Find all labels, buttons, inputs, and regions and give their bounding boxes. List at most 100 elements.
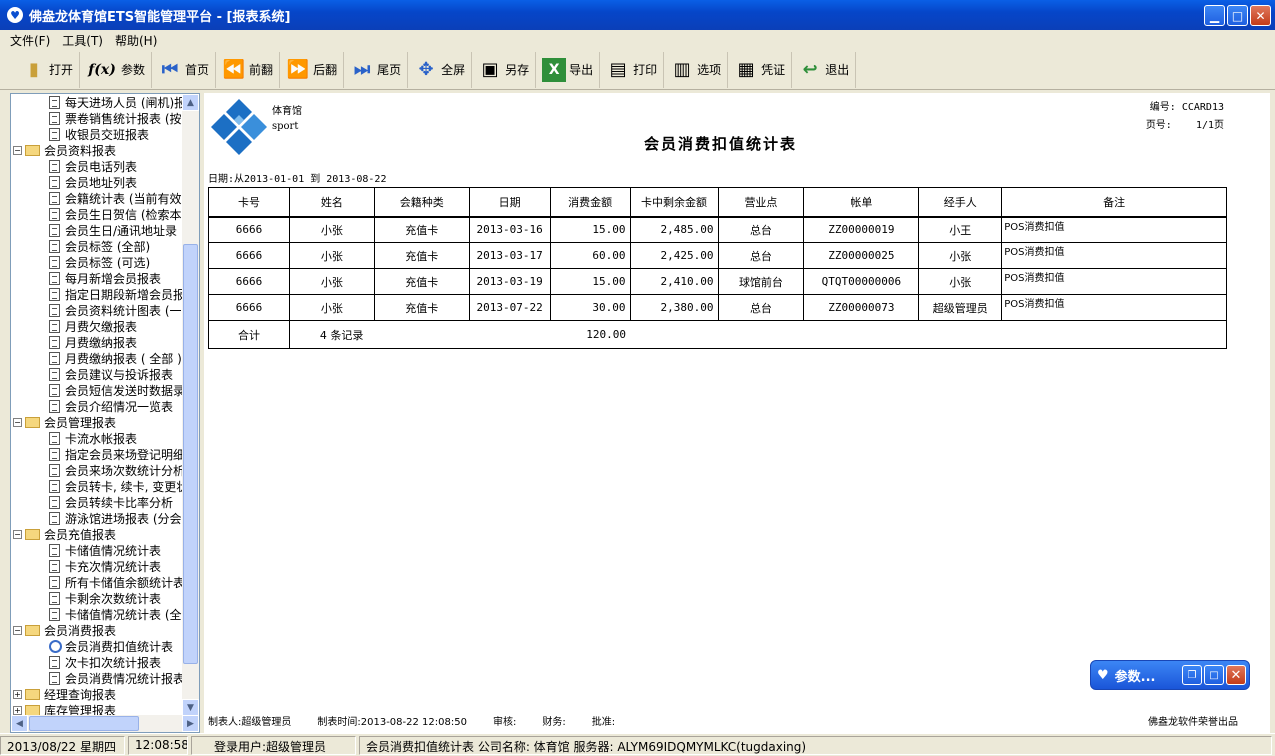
tree-item[interactable]: 所有卡储值余额统计表 bbox=[11, 574, 183, 590]
scroll-up-icon[interactable]: ▲ bbox=[182, 94, 199, 111]
popup-close-button[interactable]: ✕ bbox=[1226, 665, 1246, 685]
params-popup[interactable]: ♥ 参数... ❐ □ ✕ bbox=[1090, 660, 1250, 690]
toolbar-button-3[interactable]: ⏪ 前翻 bbox=[216, 51, 281, 88]
tree-item[interactable]: − 会员资料报表 bbox=[11, 142, 183, 158]
next-page-icon: ⏩ bbox=[286, 59, 310, 80]
tree-item[interactable]: 会员地址列表 bbox=[11, 174, 183, 190]
expand-icon[interactable]: + bbox=[13, 705, 22, 715]
report-footer: 制表人:超级管理员 制表时间:2013-08-22 12:08:50 审核: 财… bbox=[208, 713, 1238, 728]
tree-item[interactable]: 指定日期段新增会员报 bbox=[11, 286, 183, 302]
toolbar-button-2[interactable]: ⏮ 首页 bbox=[152, 51, 217, 88]
total-row: 合计 4 条记录 120.00 bbox=[208, 320, 1228, 349]
tree-item[interactable]: 会员介绍情况一览表 bbox=[11, 398, 183, 414]
tree-item[interactable]: − 会员管理报表 bbox=[11, 414, 183, 430]
tree-item[interactable]: 指定会员来场登记明细 bbox=[11, 446, 183, 462]
tree-item[interactable]: 卡充次情况统计表 bbox=[11, 558, 183, 574]
table-cell: 15.00 bbox=[549, 268, 631, 295]
tree-item[interactable]: 卡剩余次数统计表 bbox=[11, 590, 183, 606]
menu-file[interactable]: 文件(F) bbox=[4, 32, 56, 49]
scroll-down-icon[interactable]: ▼ bbox=[182, 699, 199, 716]
collapse-icon[interactable]: − bbox=[13, 625, 22, 635]
tree-item[interactable]: 会员电话列表 bbox=[11, 158, 183, 174]
tree-item[interactable]: + 经理查询报表 bbox=[11, 686, 183, 702]
document-icon bbox=[49, 223, 60, 237]
tree-item[interactable]: 每月新增会员报表 bbox=[11, 270, 183, 286]
tree-item[interactable]: 每天进场人员 (闸机)报 bbox=[11, 94, 183, 110]
scroll-left-icon[interactable]: ◀ bbox=[11, 715, 28, 732]
tree-item[interactable]: 收银员交班报表 bbox=[11, 126, 183, 142]
first-page-icon: ⏮ bbox=[161, 59, 179, 80]
toolbar-button-1[interactable]: f(x) 参数 bbox=[80, 51, 153, 88]
tree-item[interactable]: 卡储值情况统计表 bbox=[11, 542, 183, 558]
report-page-number: 页号: 1/1页 bbox=[1145, 120, 1224, 131]
table-cell: 2013-07-22 bbox=[468, 294, 551, 321]
tree-item[interactable]: 会员建议与投诉报表 bbox=[11, 366, 183, 382]
tree-item[interactable]: 会员标签 (全部) bbox=[11, 238, 183, 254]
expand-icon[interactable]: + bbox=[13, 689, 22, 699]
tree-item[interactable]: 会员生日贺信 (检索本 bbox=[11, 206, 183, 222]
minimize-button[interactable]: ▁ bbox=[1204, 5, 1225, 26]
toolbar-button-0[interactable]: ▮ 打开 bbox=[16, 51, 81, 88]
maximize-button[interactable]: □ bbox=[1227, 5, 1248, 26]
popup-app-icon: ♥ bbox=[1097, 667, 1109, 683]
toolbar-button-4[interactable]: ⏩ 后翻 bbox=[280, 51, 345, 88]
tree-item[interactable]: 会员转续卡比率分析 bbox=[11, 494, 183, 510]
close-button[interactable]: ✕ bbox=[1250, 5, 1271, 26]
tree-item[interactable]: 会员生日/通讯地址录 bbox=[11, 222, 183, 238]
date-range: 日期:从2013-01-01 到 2013-08-22 bbox=[208, 174, 387, 185]
popup-maximize-button[interactable]: □ bbox=[1204, 665, 1224, 685]
report-tree: 每天进场人员 (闸机)报 票卷销售统计报表 (按 收银员交班报表 − 会员资料报表 会员电… bbox=[10, 93, 200, 733]
toolbar-button-7[interactable]: ▣ 另存 bbox=[472, 51, 537, 88]
tree-item[interactable]: 次卡扣次统计报表 bbox=[11, 654, 183, 670]
tree-horizontal-scrollbar[interactable]: ◀ ▶ bbox=[11, 715, 199, 732]
toolbar-button-12[interactable]: ↩ 退出 bbox=[792, 51, 857, 88]
tree-item[interactable]: 票卷销售统计报表 (按 bbox=[11, 110, 183, 126]
tree-item[interactable]: 月费缴纳报表 bbox=[11, 334, 183, 350]
toolbar-button-5[interactable]: ⏭ 尾页 bbox=[344, 51, 409, 88]
menu-help[interactable]: 帮助(H) bbox=[109, 32, 163, 49]
collapse-icon[interactable]: − bbox=[13, 417, 22, 427]
tree-item[interactable]: 会员消费情况统计报表 bbox=[11, 670, 183, 686]
hscroll-thumb[interactable] bbox=[29, 716, 139, 731]
tree-item[interactable]: 月费欠缴报表 bbox=[11, 318, 183, 334]
tree-item[interactable]: 卡储值情况统计表 (全部 bbox=[11, 606, 183, 622]
document-icon bbox=[49, 463, 60, 477]
document-icon bbox=[49, 303, 60, 317]
tree-item[interactable]: 月费缴纳报表 ( 全部 ) bbox=[11, 350, 183, 366]
tree-item[interactable]: 会员短信发送时数据录 bbox=[11, 382, 183, 398]
toolbar-button-6[interactable]: ✥ 全屏 bbox=[408, 51, 473, 88]
popup-restore-button[interactable]: ❐ bbox=[1182, 665, 1202, 685]
tree-item-label: 月费缴纳报表 bbox=[65, 335, 138, 350]
collapse-icon[interactable]: − bbox=[13, 529, 22, 539]
collapse-icon[interactable]: − bbox=[13, 145, 22, 155]
tree-item[interactable]: 会员来场次数统计分析 bbox=[11, 462, 183, 478]
tree-item-label: 会员消费报表 bbox=[44, 623, 117, 638]
tree-item[interactable]: 会员转卡, 续卡, 变更状 bbox=[11, 478, 183, 494]
table-row: 6666 小张 充值卡 2013-03-19 15.00 2,410.00 球馆前台 QTQT… bbox=[208, 268, 1227, 295]
toolbar-button-11[interactable]: ▦ 凭证 bbox=[728, 51, 793, 88]
total-amount: 120.00 bbox=[586, 328, 627, 341]
toolbar-button-10[interactable]: ▥ 选项 bbox=[664, 51, 729, 88]
toolbar-label: 尾页 bbox=[377, 63, 402, 77]
tree-item[interactable]: 会员消费扣值统计表 bbox=[11, 638, 183, 654]
table-cell: 小张 bbox=[288, 216, 375, 243]
tree-item[interactable]: 会员资料统计图表 (一 bbox=[11, 302, 183, 318]
scroll-thumb[interactable] bbox=[183, 244, 198, 664]
menu-tools[interactable]: 工具(T) bbox=[56, 32, 109, 49]
tree-item-label: 会员生日贺信 (检索本 bbox=[65, 207, 182, 222]
tree-item[interactable]: + 库存管理报表 bbox=[11, 702, 183, 716]
table-cell: 60.00 bbox=[549, 242, 631, 269]
tree-item[interactable]: 卡流水帐报表 bbox=[11, 430, 183, 446]
document-icon bbox=[49, 543, 60, 557]
tree-item[interactable]: 游泳馆进场报表 (分会 bbox=[11, 510, 183, 526]
tree-item[interactable]: − 会员充值报表 bbox=[11, 526, 183, 542]
toolbar-button-9[interactable]: ▤ 打印 bbox=[600, 51, 665, 88]
tree-item[interactable]: 会员标签 (可选) bbox=[11, 254, 183, 270]
toolbar-button-8[interactable]: X 导出 bbox=[536, 51, 601, 88]
scroll-right-icon[interactable]: ▶ bbox=[182, 715, 199, 732]
tree-vertical-scrollbar[interactable]: ▲ ▼ bbox=[182, 94, 199, 716]
table-cell: 球馆前台 bbox=[717, 268, 805, 295]
tree-item-label: 会员转续卡比率分析 bbox=[65, 495, 174, 510]
tree-item[interactable]: − 会员消费报表 bbox=[11, 622, 183, 638]
tree-item[interactable]: 会籍统计表 (当前有效 bbox=[11, 190, 183, 206]
